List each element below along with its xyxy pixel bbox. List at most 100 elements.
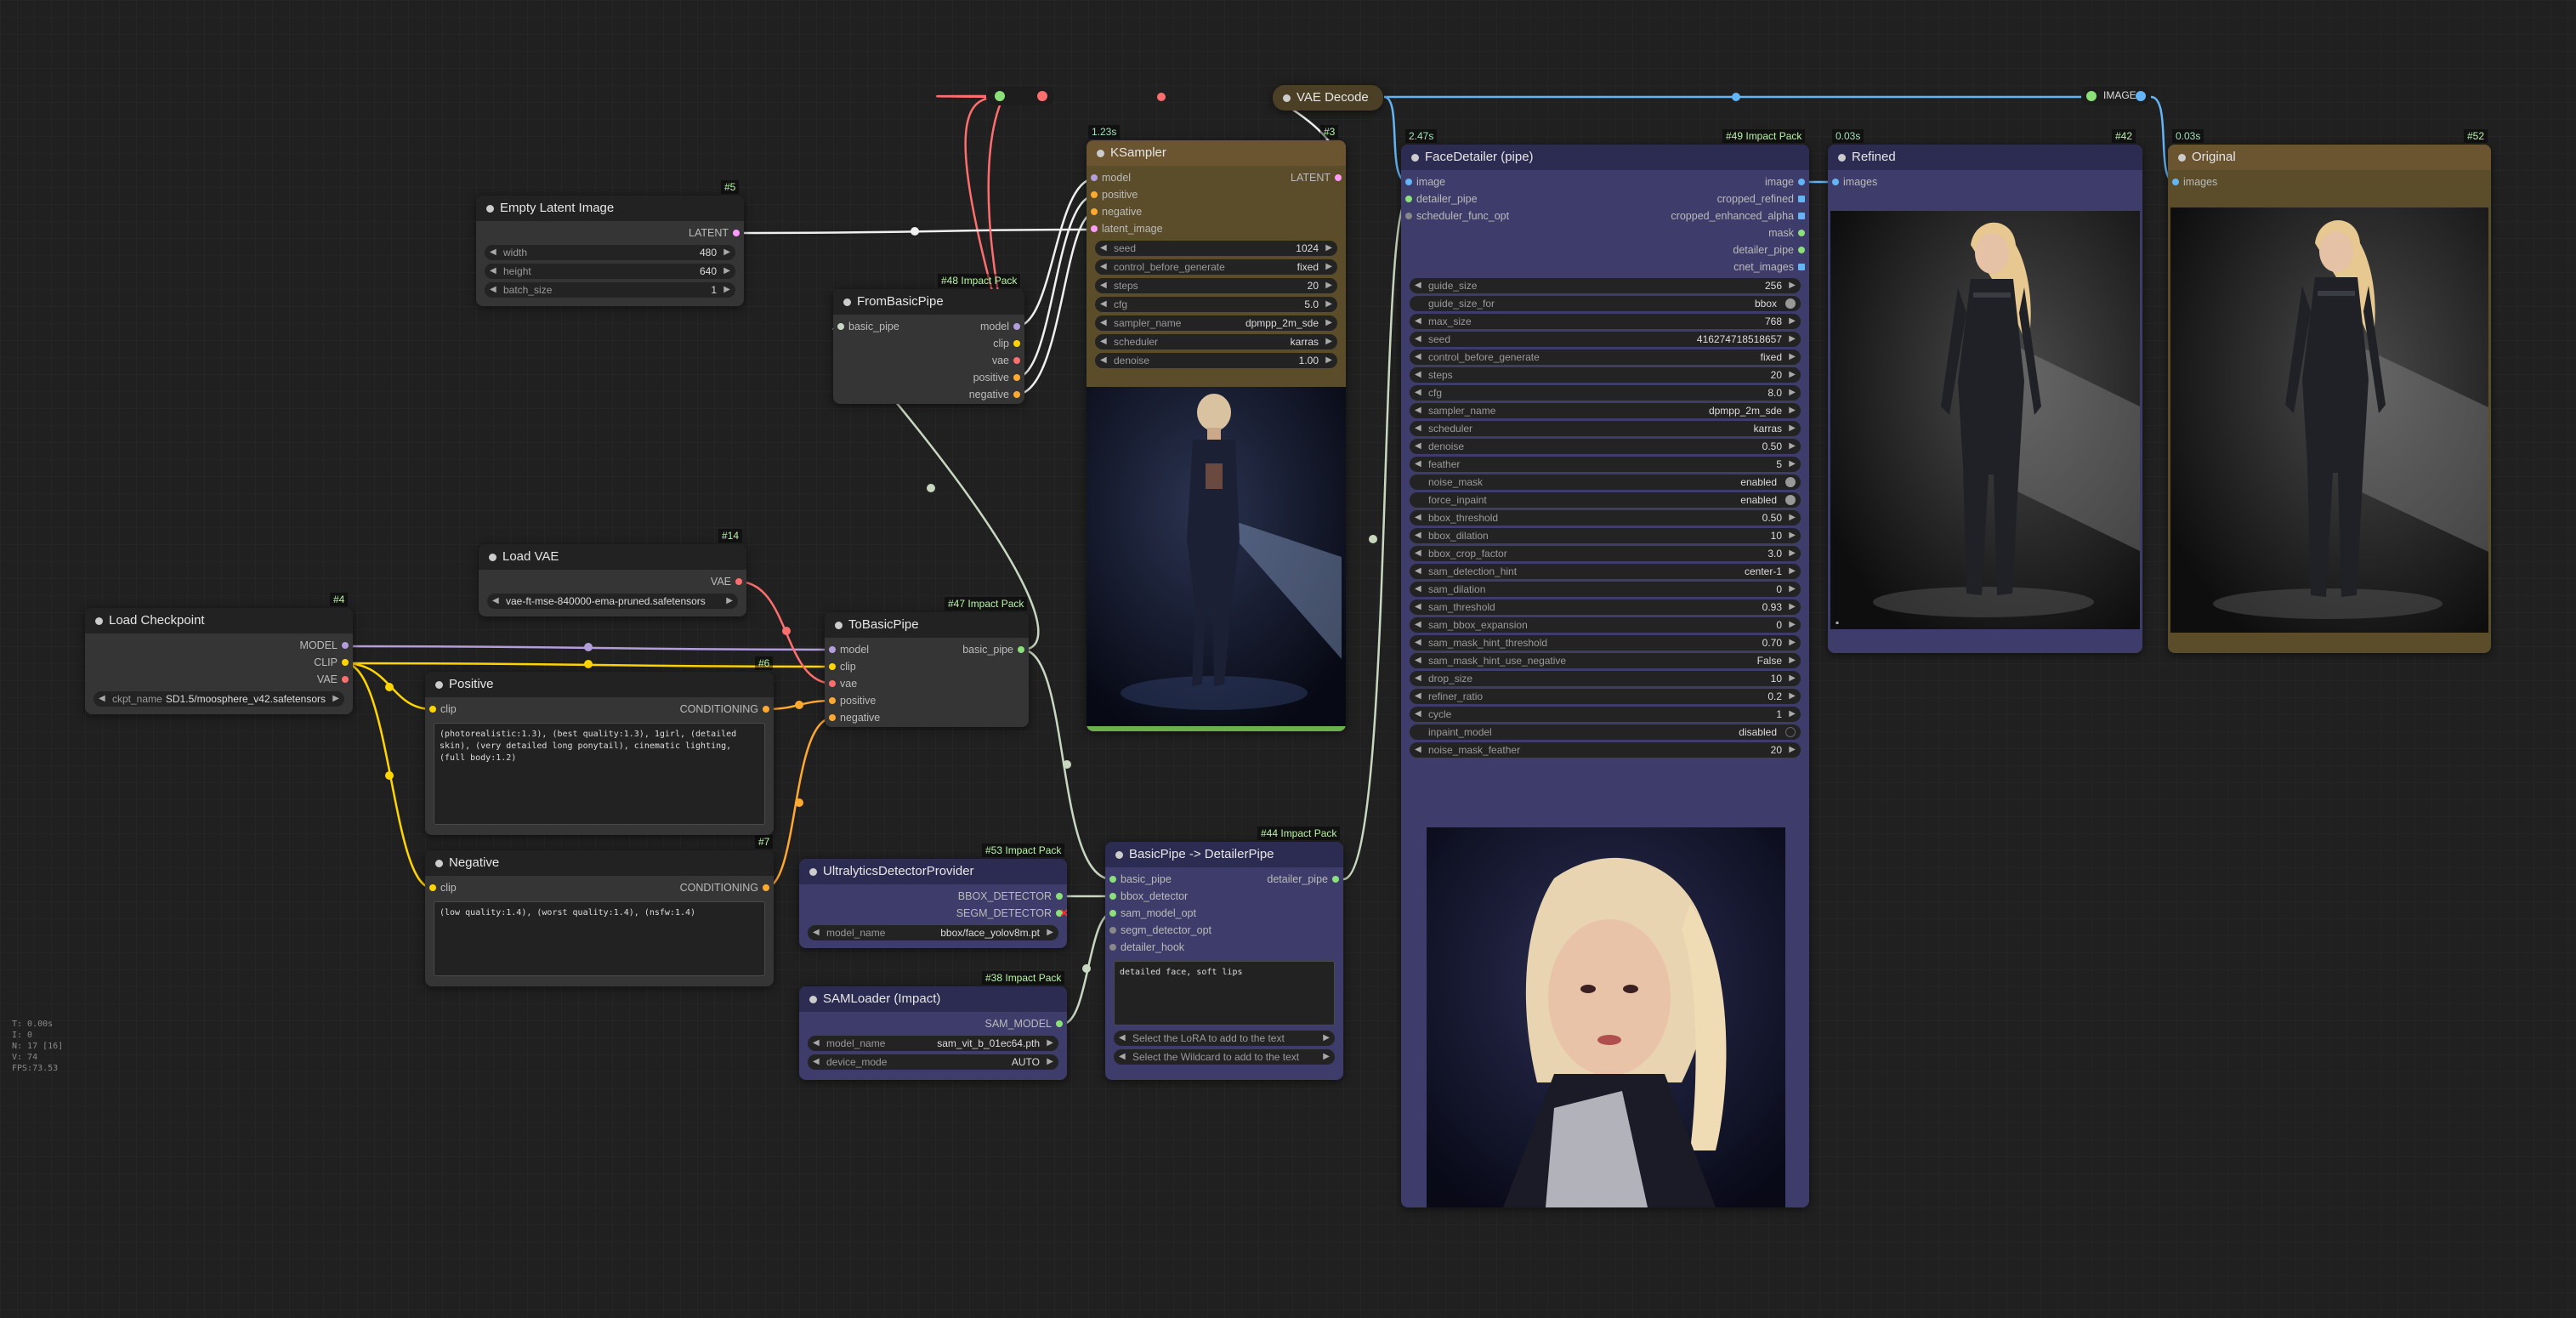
increment-arrow-icon[interactable]: ▶ [1789, 528, 1796, 543]
widget-seed[interactable]: ◀ seed 1024 ▶ [1095, 241, 1337, 256]
increment-arrow-icon[interactable]: ▶ [1789, 671, 1796, 686]
output-dot[interactable] [342, 676, 349, 683]
widget-sam-bbox-expansion[interactable]: ◀ sam_bbox_expansion 0 ▶ [1410, 617, 1801, 633]
input-detailer-hook[interactable]: detailer_hook [1105, 939, 1343, 956]
increment-arrow-icon[interactable]: ▶ [1789, 582, 1796, 597]
increment-arrow-icon[interactable]: ▶ [1789, 617, 1796, 633]
increment-arrow-icon[interactable]: ▶ [1789, 457, 1796, 472]
output-dot[interactable] [1013, 391, 1020, 398]
output-conditioning[interactable]: CONDITIONING [680, 879, 774, 896]
negative-node[interactable]: Negative clip CONDITIONING (low quality:… [425, 850, 774, 986]
increment-arrow-icon[interactable]: ▶ [1047, 925, 1053, 940]
decrement-arrow-icon[interactable]: ◀ [1415, 439, 1421, 454]
widget-guide-size[interactable]: ◀ guide_size 256 ▶ [1410, 278, 1801, 293]
refined-preview-node[interactable]: Refined images ▪ [1828, 145, 2142, 653]
widget-feather[interactable]: ◀ feather 5 ▶ [1410, 457, 1801, 472]
load-checkpoint-node[interactable]: Load Checkpoint MODEL CLIP VAE ◀ ckpt_na… [85, 608, 353, 714]
widget-scheduler[interactable]: ◀ scheduler karras ▶ [1095, 334, 1337, 349]
output-dot[interactable] [763, 706, 769, 713]
increment-arrow-icon[interactable]: ▶ [1325, 334, 1332, 349]
input-basic-pipe[interactable]: basic_pipe [833, 318, 899, 335]
output-image[interactable]: image [1765, 173, 1809, 190]
increment-arrow-icon[interactable]: ▶ [1789, 349, 1796, 365]
increment-arrow-icon[interactable]: ▶ [1789, 510, 1796, 525]
toggle-knob-icon[interactable] [1785, 495, 1796, 505]
increment-arrow-icon[interactable]: ▶ [1789, 653, 1796, 668]
decrement-arrow-icon[interactable]: ◀ [1415, 528, 1421, 543]
decrement-arrow-icon[interactable]: ◀ [1415, 564, 1421, 579]
output-model[interactable]: model [980, 318, 1024, 335]
decrement-arrow-icon[interactable]: ◀ [1415, 314, 1421, 329]
input-bbox-detector[interactable]: bbox_detector [1105, 888, 1343, 905]
input-dot[interactable] [829, 697, 836, 704]
input-dot[interactable] [429, 884, 436, 891]
to-basic-pipe-title[interactable]: ToBasicPipe [825, 612, 1029, 638]
input-segm-detector-opt[interactable]: segm_detector_opt [1105, 922, 1343, 939]
decrement-arrow-icon[interactable]: ◀ [1415, 599, 1421, 615]
widget-sampler-name[interactable]: ◀ sampler_name dpmpp_2m_sde ▶ [1410, 403, 1801, 418]
output-dot[interactable] [1332, 876, 1339, 883]
negative-title[interactable]: Negative [425, 850, 774, 876]
decrement-arrow-icon[interactable]: ◀ [490, 282, 496, 298]
output-model[interactable]: MODEL [85, 637, 353, 654]
input-negative[interactable]: negative [1087, 203, 1346, 220]
face-detailer-title[interactable]: FaceDetailer (pipe) [1401, 145, 1809, 170]
decrement-arrow-icon[interactable]: ◀ [813, 925, 820, 940]
output-positive[interactable]: positive [833, 369, 1024, 386]
ksampler-node[interactable]: KSampler model LATENT positive negative … [1087, 140, 1346, 731]
input-dot[interactable] [837, 323, 844, 330]
output-dot[interactable] [1013, 323, 1020, 330]
output-dot[interactable] [1798, 179, 1805, 185]
output-dot[interactable] [1056, 893, 1063, 900]
input-dot[interactable] [829, 714, 836, 721]
increment-arrow-icon[interactable]: ▶ [1789, 742, 1796, 758]
reroute-output-dot[interactable] [1037, 91, 1047, 101]
output-dot[interactable] [1335, 174, 1342, 181]
increment-arrow-icon[interactable]: ▶ [1325, 297, 1332, 312]
load-vae-node[interactable]: Load VAE VAE ◀ vae-ft-mse-840000-ema-pru… [479, 544, 746, 616]
increment-arrow-icon[interactable]: ▶ [1789, 564, 1796, 579]
output-negative[interactable]: negative [833, 386, 1024, 403]
increment-arrow-icon[interactable]: ▶ [1789, 314, 1796, 329]
widget-guide-size-for[interactable]: guide_size_for bbox [1410, 296, 1801, 311]
output-dot[interactable] [763, 884, 769, 891]
widget-bbox-crop-factor[interactable]: ◀ bbox_crop_factor 3.0 ▶ [1410, 546, 1801, 561]
output-basic-pipe[interactable]: basic_pipe [962, 641, 1029, 658]
widget-sampler-name[interactable]: ◀ sampler_name dpmpp_2m_sde ▶ [1095, 315, 1337, 331]
output-dot[interactable] [733, 230, 740, 236]
decrement-arrow-icon[interactable]: ◀ [1100, 315, 1107, 331]
increment-arrow-icon[interactable]: ▶ [1789, 546, 1796, 561]
input-dot[interactable] [1091, 225, 1098, 232]
increment-arrow-icon[interactable]: ▶ [1325, 315, 1332, 331]
output-dot[interactable] [342, 659, 349, 666]
input-dot[interactable] [1091, 174, 1098, 181]
output-clip[interactable]: CLIP [85, 654, 353, 671]
input-scheduler-func-opt[interactable]: scheduler_func_opt [1401, 207, 1509, 224]
output-dot[interactable] [1798, 247, 1805, 253]
widget-inpaint-model[interactable]: inpaint_model disabled [1410, 724, 1801, 740]
batch-size-widget[interactable]: ◀ batch_size 1 ▶ [485, 282, 735, 298]
input-dot[interactable] [1091, 191, 1098, 198]
input-latent-image[interactable]: latent_image [1087, 220, 1346, 237]
basicpipe-detailer-title[interactable]: BasicPipe -> DetailerPipe [1105, 842, 1343, 867]
input-dot[interactable] [829, 680, 836, 687]
device-mode-widget[interactable]: ◀ device_mode AUTO ▶ [808, 1054, 1058, 1070]
ckpt-name-widget[interactable]: ◀ ckpt_name SD1.5/moosphere_v42.safetens… [94, 691, 344, 707]
decrement-arrow-icon[interactable]: ◀ [490, 264, 496, 279]
widget-refiner-ratio[interactable]: ◀ refiner_ratio 0.2 ▶ [1410, 689, 1801, 704]
input-clip[interactable]: clip [425, 701, 457, 718]
widget-sam-mask-hint-use-negative[interactable]: ◀ sam_mask_hint_use_negative False ▶ [1410, 653, 1801, 668]
from-basic-pipe-node[interactable]: FromBasicPipe basic_pipe model clip vae … [833, 289, 1024, 404]
decrement-arrow-icon[interactable]: ◀ [1100, 278, 1107, 293]
increment-arrow-icon[interactable]: ▶ [723, 245, 730, 260]
widget-control-before-generate[interactable]: ◀ control_before_generate fixed ▶ [1410, 349, 1801, 365]
input-dot[interactable] [1109, 893, 1116, 900]
output-cnet-images[interactable]: cnet_images [1401, 258, 1809, 276]
output-dot[interactable] [1018, 646, 1024, 653]
output-vae[interactable]: VAE [479, 573, 746, 590]
ksampler-title[interactable]: KSampler [1087, 140, 1346, 166]
image-reroute-in[interactable] [2086, 91, 2097, 101]
output-detailer-pipe[interactable]: detailer_pipe [1267, 871, 1343, 888]
toggle-knob-icon[interactable] [1785, 477, 1796, 487]
input-positive[interactable]: positive [1087, 186, 1346, 203]
